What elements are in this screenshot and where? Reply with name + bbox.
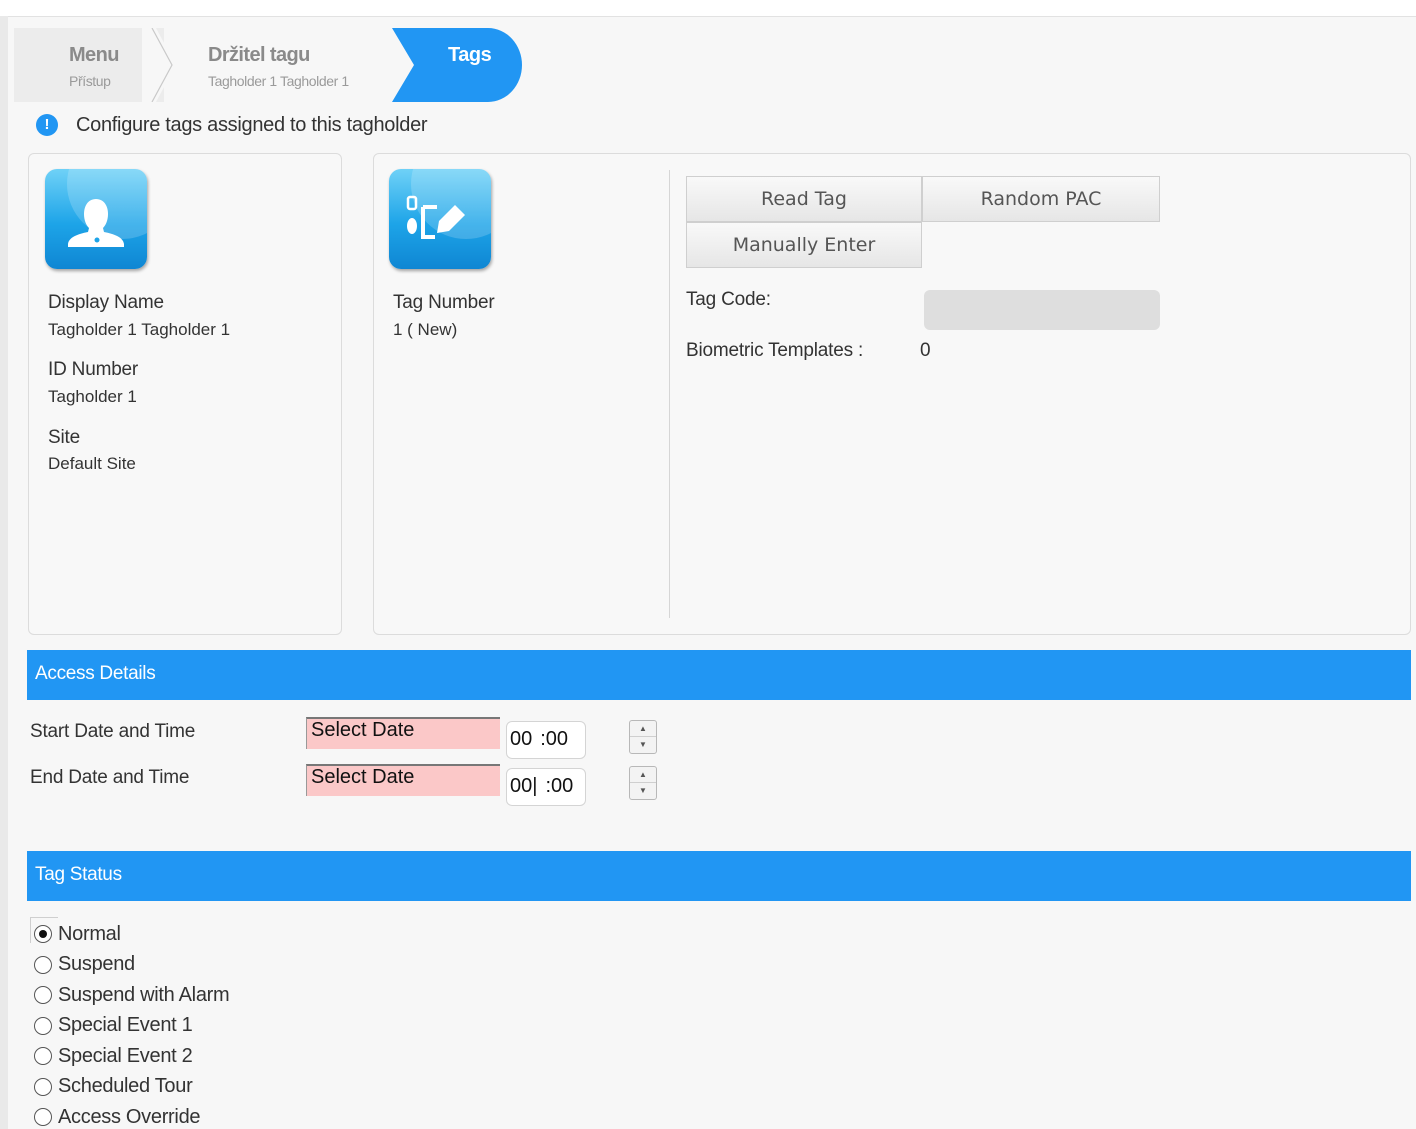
end-minute: :00 [545, 775, 574, 797]
start-minute: :00 [540, 728, 569, 750]
end-date-text: Select Date [311, 766, 415, 788]
tag-status-header: Tag Status [27, 851, 1411, 901]
end-time-spinner[interactable]: ▲ ▼ [629, 766, 657, 800]
radio-button[interactable] [34, 925, 52, 944]
status-option-label: Scheduled Tour [58, 1075, 193, 1098]
status-option-suspend[interactable]: Suspend [34, 950, 229, 981]
read-tag-button[interactable]: Read Tag [686, 176, 922, 222]
end-time-input[interactable]: 00| :00 [506, 768, 586, 806]
biometric-templates-value: 0 [920, 340, 931, 361]
tag-code-label: Tag Code: [686, 289, 771, 310]
radio-button[interactable] [34, 955, 52, 974]
site-value: Default Site [48, 454, 136, 473]
page: Menu Přístup Držitel tagu Tagholder 1 Ta… [8, 16, 1416, 1129]
display-name-label: Display Name [48, 292, 164, 313]
status-option-label: Special Event 2 [58, 1044, 193, 1067]
status-option-special-event-1[interactable]: Special Event 1 [34, 1011, 229, 1042]
start-time-input[interactable]: 00 :00 [506, 721, 586, 759]
panel-divider [669, 170, 670, 618]
status-option-suspend-alarm[interactable]: Suspend with Alarm [34, 980, 230, 1011]
breadcrumb-tagholder-subtitle: Tagholder 1 Tagholder 1 [208, 73, 349, 89]
tag-edit-icon [389, 169, 491, 269]
status-option-label: Suspend [58, 953, 135, 976]
info-icon: ! [36, 114, 58, 136]
person-icon [45, 169, 147, 269]
start-time-spinner[interactable]: ▲ ▼ [629, 720, 657, 754]
radio-button[interactable] [34, 1047, 52, 1066]
start-date-input[interactable]: Select Date [306, 717, 500, 749]
breadcrumb: Menu Přístup Držitel tagu Tagholder 1 Ta… [14, 28, 524, 102]
info-message: ! Configure tags assigned to this taghol… [36, 112, 428, 138]
spinner-up-icon[interactable]: ▲ [630, 767, 656, 783]
info-text: Configure tags assigned to this tagholde… [76, 113, 428, 136]
spinner-up-icon[interactable]: ▲ [630, 721, 656, 737]
manually-enter-button[interactable]: Manually Enter [686, 222, 922, 268]
access-details-header: Access Details [27, 650, 1411, 700]
spinner-down-icon[interactable]: ▼ [630, 783, 656, 799]
status-option-scheduled-tour[interactable]: Scheduled Tour [34, 1072, 229, 1103]
tag-number-value: 1 ( New) [393, 320, 458, 339]
status-option-label: Suspend with Alarm [58, 983, 230, 1006]
top-strip [0, 0, 1416, 16]
start-hour: 00 [510, 728, 533, 750]
id-number-label: ID Number [48, 359, 139, 380]
breadcrumb-tags[interactable]: Tags [392, 28, 522, 102]
tag-panel: Tag Number 1 ( New) Read Tag Random PAC … [373, 153, 1411, 635]
tag-code-field[interactable] [924, 290, 1160, 330]
spinner-down-icon[interactable]: ▼ [630, 737, 656, 753]
radio-button[interactable] [34, 986, 52, 1005]
end-date-input[interactable]: Select Date [306, 764, 500, 796]
breadcrumb-tagholder-title: Držitel tagu [208, 44, 310, 66]
radio-button[interactable] [34, 1016, 52, 1035]
status-option-access-override[interactable]: Access Override [34, 1102, 229, 1129]
end-datetime-label: End Date and Time [30, 767, 190, 788]
status-option-label: Access Override [58, 1105, 201, 1128]
radio-button[interactable] [34, 1077, 52, 1096]
end-hour: 00| [510, 775, 538, 797]
breadcrumb-tagholder[interactable]: Držitel tagu Tagholder 1 Tagholder 1 [150, 28, 408, 102]
site-label: Site [48, 427, 80, 448]
status-option-special-event-2[interactable]: Special Event 2 [34, 1041, 229, 1072]
radio-button[interactable] [34, 1108, 52, 1127]
biometric-templates-label: Biometric Templates : [686, 340, 864, 361]
start-datetime-label: Start Date and Time [30, 721, 196, 742]
status-option-label: Normal [58, 922, 121, 945]
start-date-text: Select Date [311, 719, 415, 741]
tag-status-radio-group: Normal Suspend Suspend with Alarm Specia… [34, 919, 230, 1129]
status-option-label: Special Event 1 [58, 1014, 193, 1037]
display-name-value: Tagholder 1 Tagholder 1 [48, 320, 231, 339]
random-pac-button[interactable]: Random PAC [922, 176, 1160, 222]
status-option-normal[interactable]: Normal [34, 919, 229, 950]
tag-number-label: Tag Number [393, 292, 495, 313]
tagholder-panel: Display Name Tagholder 1 Tagholder 1 ID … [28, 153, 342, 635]
breadcrumb-tags-title: Tags [448, 44, 492, 66]
id-number-value: Tagholder 1 [48, 387, 137, 406]
